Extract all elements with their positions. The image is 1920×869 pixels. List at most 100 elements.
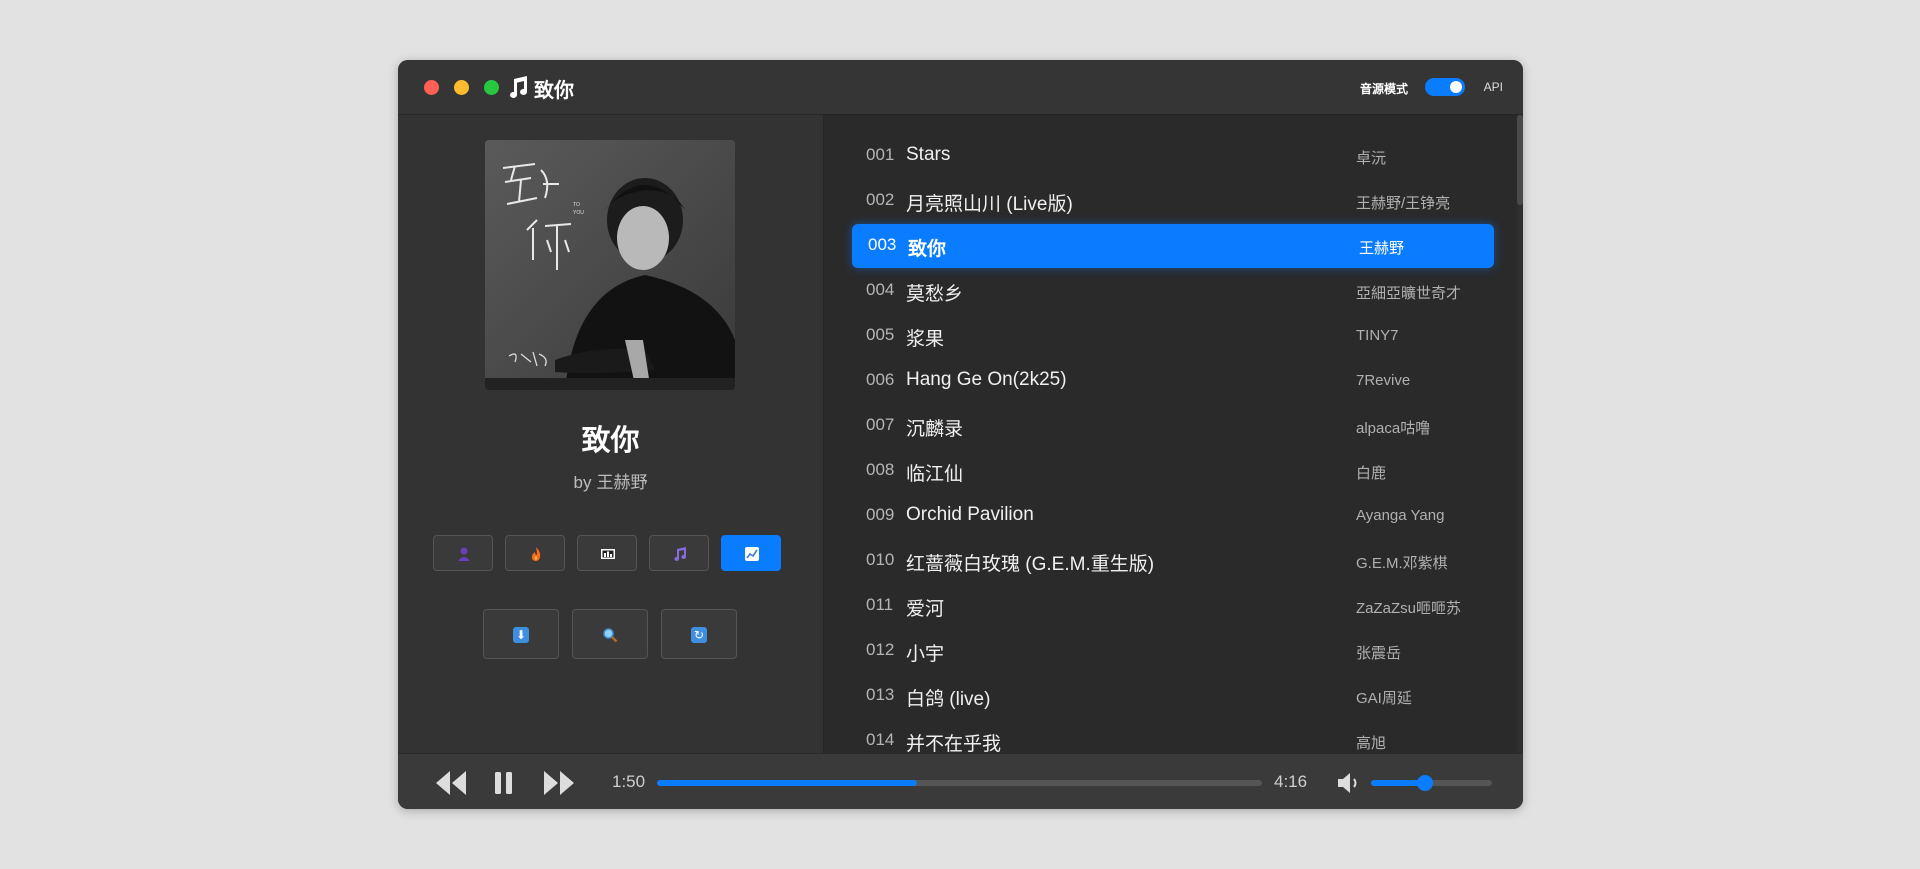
maximize-window-button[interactable] — [484, 80, 499, 95]
track-title: Stars — [906, 144, 951, 165]
svg-text:TO: TO — [573, 202, 580, 208]
track-artist: 亞細亞曠世奇才 — [1356, 285, 1462, 302]
fire-icon — [532, 547, 541, 561]
volume-handle[interactable] — [1417, 775, 1434, 791]
volume-slider[interactable] — [1371, 775, 1492, 791]
track-title: 白鸽 (live) — [906, 689, 991, 710]
track-row[interactable]: 009 Orchid Pavilion Ayanga Yang — [852, 494, 1494, 538]
track-number: 010 — [866, 550, 895, 569]
category-button-chart[interactable] — [577, 535, 637, 571]
track-row[interactable]: 006 Hang Ge On(2k25) 7Revive — [852, 359, 1494, 403]
track-row[interactable]: 004 莫愁乡 亞細亞曠世奇才 — [852, 269, 1494, 313]
track-number: 005 — [866, 325, 895, 344]
current-time: 1:50 — [612, 772, 646, 791]
music-note-icon — [674, 547, 686, 561]
scrollbar[interactable] — [1517, 115, 1523, 753]
track-number: 013 — [866, 685, 895, 704]
track-title: 浆果 — [906, 329, 945, 350]
track-title: 红蔷薇白玫瑰 (G.E.M.重生版) — [906, 554, 1155, 575]
track-artist: 高旭 — [1356, 735, 1387, 752]
track-artist: Ayanga Yang — [1356, 507, 1445, 524]
track-number: 002 — [866, 190, 895, 209]
minimize-window-button[interactable] — [454, 80, 469, 95]
track-artist: 7Revive — [1356, 372, 1411, 389]
player-controls: 1:50 4:16 — [398, 753, 1523, 809]
chart-board-icon — [601, 549, 615, 559]
track-row[interactable]: 013 白鸽 (live) GAI周延 — [852, 674, 1494, 718]
api-label: API — [1483, 80, 1503, 94]
track-number: 014 — [866, 730, 895, 749]
track-artist: GAI周延 — [1356, 690, 1412, 707]
volume-icon[interactable] — [1336, 770, 1362, 796]
album-cover: TO YOU — [485, 140, 735, 390]
track-number: 001 — [866, 145, 895, 164]
track-number: 004 — [866, 280, 895, 299]
track-artist: G.E.M.邓紫棋 — [1356, 555, 1448, 572]
total-time: 4:16 — [1274, 772, 1308, 791]
progress-bar[interactable] — [657, 780, 1262, 786]
scrollbar-thumb[interactable] — [1517, 115, 1523, 205]
refresh-button[interactable]: ↻ — [661, 609, 737, 659]
track-number: 006 — [866, 370, 895, 389]
window-title: 致你 — [534, 80, 574, 102]
track-title: 莫愁乡 — [906, 284, 964, 305]
playlist: 001 Stars 卓沅 002 月亮照山川 (Live版) 王赫野/王铮亮 003 致你 王赫… — [824, 115, 1523, 753]
source-mode-toggle[interactable] — [1425, 78, 1465, 96]
toggle-knob — [1450, 81, 1462, 93]
previous-icon[interactable] — [434, 769, 468, 797]
song-artist: 王赫野 — [596, 473, 648, 492]
next-icon[interactable] — [542, 769, 576, 797]
music-note-icon — [510, 76, 527, 98]
track-row[interactable]: 011 爱河 ZaZaZsu咂咂苏 — [852, 584, 1494, 628]
category-button-music[interactable] — [649, 535, 709, 571]
track-artist: 卓沅 — [1356, 150, 1387, 167]
track-row[interactable]: 007 沉麟录 alpaca咕噜 — [852, 404, 1494, 448]
track-artist: 王赫野 — [1359, 240, 1405, 257]
track-number: 003 — [868, 235, 897, 254]
track-row[interactable]: 008 临江仙 白鹿 — [852, 449, 1494, 493]
track-title: 沉麟录 — [906, 419, 964, 440]
song-title: 致你 — [581, 425, 640, 457]
pause-icon[interactable] — [492, 769, 516, 797]
track-title: 致你 — [908, 239, 947, 260]
svg-text:YOU: YOU — [573, 210, 584, 216]
person-icon — [458, 547, 470, 561]
track-number: 011 — [866, 595, 894, 614]
progress-fill — [657, 780, 918, 786]
download-button[interactable]: ⬇ — [483, 609, 559, 659]
category-button-trend[interactable] — [721, 535, 781, 571]
category-button-artist[interactable] — [433, 535, 493, 571]
track-title: 爱河 — [906, 599, 945, 620]
track-title: 临江仙 — [906, 464, 964, 485]
track-artist: 王赫野/王铮亮 — [1356, 195, 1451, 212]
track-number: 012 — [866, 640, 895, 659]
track-row[interactable]: 003 致你 王赫野 — [852, 224, 1494, 268]
song-artist-line: by 王赫野 — [398, 468, 823, 493]
by-label: by — [573, 473, 592, 492]
track-title: 月亮照山川 (Live版) — [906, 194, 1073, 215]
track-title: Hang Ge On(2k25) — [906, 369, 1067, 390]
title-bar: 致你 音源模式 API — [398, 60, 1523, 115]
download-icon: ⬇ — [513, 627, 529, 643]
track-row[interactable]: 014 并不在乎我 高旭 — [852, 719, 1494, 753]
track-row[interactable]: 002 月亮照山川 (Live版) 王赫野/王铮亮 — [852, 179, 1494, 223]
track-number: 008 — [866, 460, 895, 479]
trend-icon — [745, 547, 759, 561]
category-button-hot[interactable] — [505, 535, 565, 571]
player-window: 致你 音源模式 API TO YOU 致你 by 王赫野 ⬇ ↻ 001 Sta… — [398, 60, 1523, 809]
refresh-icon: ↻ — [691, 627, 707, 643]
track-row[interactable]: 001 Stars 卓沅 — [852, 134, 1494, 178]
track-artist: 白鹿 — [1356, 465, 1387, 482]
search-icon — [603, 628, 618, 643]
search-button[interactable] — [572, 609, 648, 659]
track-row[interactable]: 012 小宇 张震岳 — [852, 629, 1494, 673]
track-artist: alpaca咕噜 — [1356, 420, 1431, 437]
track-row[interactable]: 005 浆果 TINY7 — [852, 314, 1494, 358]
close-window-button[interactable] — [424, 80, 439, 95]
track-artist: 张震岳 — [1356, 645, 1402, 662]
track-row[interactable]: 010 红蔷薇白玫瑰 (G.E.M.重生版) G.E.M.邓紫棋 — [852, 539, 1494, 583]
track-title: Orchid Pavilion — [906, 504, 1034, 525]
track-number: 009 — [866, 505, 895, 524]
track-artist: TINY7 — [1356, 327, 1399, 344]
track-title: 并不在乎我 — [906, 734, 1002, 753]
